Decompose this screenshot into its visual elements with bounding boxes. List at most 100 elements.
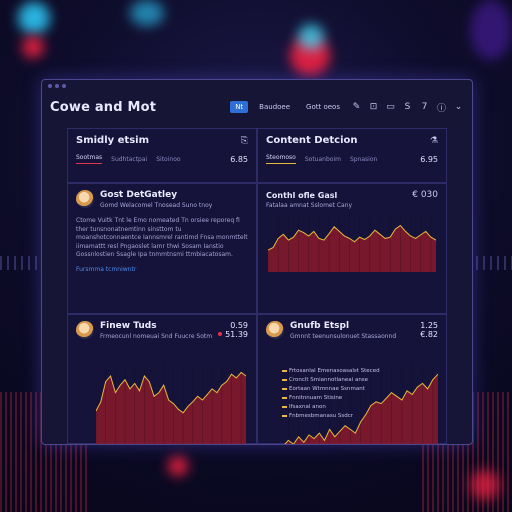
toolbar-button-active[interactable]: Nt bbox=[230, 101, 249, 113]
chart-point bbox=[153, 395, 155, 397]
chart-point bbox=[287, 239, 289, 241]
chart-point bbox=[396, 395, 398, 397]
guide-name: Gnufb Etspl bbox=[290, 320, 350, 331]
window-control-icon[interactable] bbox=[55, 84, 59, 88]
chart-point bbox=[134, 382, 136, 384]
profile-link[interactable]: Fursmma tcmniwntr bbox=[76, 266, 248, 273]
document-icon[interactable]: ⎘ bbox=[241, 136, 248, 146]
chart-point bbox=[364, 239, 366, 240]
chart-point bbox=[287, 439, 289, 441]
content-chart bbox=[268, 214, 436, 272]
chart-point bbox=[384, 237, 386, 239]
chart-point bbox=[206, 393, 208, 395]
edit-icon[interactable]: ✎ bbox=[351, 102, 362, 112]
window-control-icon[interactable] bbox=[48, 84, 52, 88]
chart-point bbox=[323, 239, 325, 241]
chart-point bbox=[163, 384, 165, 386]
info-icon[interactable]: ⓘ bbox=[436, 101, 447, 114]
chart-point bbox=[226, 380, 228, 382]
s-icon[interactable]: S bbox=[402, 102, 413, 112]
chart-point bbox=[349, 428, 351, 430]
chart-point bbox=[410, 235, 411, 237]
trend-panel: Conthl ofle Gasl € 030 Fatalaa amnat Ssl… bbox=[257, 183, 447, 314]
chart-point bbox=[405, 231, 406, 232]
bokeh-light bbox=[168, 456, 188, 476]
chart-point bbox=[354, 241, 355, 243]
avatar bbox=[266, 320, 284, 339]
chart-point bbox=[303, 441, 305, 443]
list-item: Fnbmesbmanasu Ssdcr bbox=[282, 412, 380, 421]
chart-point bbox=[318, 432, 320, 433]
panel-title: Smidly etsim bbox=[76, 135, 149, 146]
app-window: Cowe and Mot Nt Baudoee Gott oeos ✎ ⊡ ▭ … bbox=[41, 79, 473, 445]
guide-subtitle: Gmnnt teenunsulonuet Stassaonnd bbox=[290, 332, 397, 340]
chart-point bbox=[216, 391, 218, 393]
toolbar-button[interactable]: Gott oeos bbox=[301, 101, 345, 113]
flask-icon[interactable]: ⚗ bbox=[430, 136, 438, 146]
bokeh-light bbox=[22, 36, 44, 58]
chart-point bbox=[182, 411, 184, 413]
chart-point bbox=[282, 233, 284, 235]
chart-point bbox=[308, 235, 310, 237]
chart-point bbox=[343, 235, 345, 237]
tab-content-1[interactable]: Steomoso bbox=[266, 154, 296, 164]
chart-point bbox=[394, 228, 396, 230]
similarity-panel: Smidly etsim ⎘ Sootmas Sudhtactpai Sitoi… bbox=[67, 128, 257, 183]
chart-point bbox=[211, 388, 213, 389]
finder-value-2: 51.39 bbox=[225, 329, 248, 339]
chart-point bbox=[329, 428, 331, 430]
chart-point bbox=[420, 234, 422, 236]
tab-content-3[interactable]: Spnasion bbox=[350, 156, 377, 163]
chart-point bbox=[293, 443, 294, 444]
window-titlebar bbox=[42, 80, 472, 92]
t-icon[interactable]: 7 bbox=[419, 102, 430, 112]
trend-value: € 030 bbox=[412, 190, 438, 200]
chart-point bbox=[318, 237, 320, 239]
guide-value-2: €.82 bbox=[420, 329, 438, 339]
chart-point bbox=[338, 231, 340, 232]
chart-point bbox=[339, 430, 341, 432]
chart-point bbox=[158, 391, 160, 393]
tab-similarity-1[interactable]: Sootmas bbox=[76, 154, 103, 164]
chart-point bbox=[333, 226, 335, 228]
tab-similarity-2[interactable]: Sudhtactpai bbox=[111, 156, 147, 163]
chart-point bbox=[313, 231, 315, 232]
bokeh-light bbox=[18, 2, 50, 34]
chart-point bbox=[100, 400, 102, 402]
profile-panel: Gost DetGatley Gomd Welacomel Tnosead Su… bbox=[67, 183, 257, 314]
chart-point bbox=[415, 237, 417, 239]
list-item: Ifsaxnal anon bbox=[282, 403, 380, 412]
chart-point bbox=[324, 439, 325, 441]
trend-title: Conthl ofle Gasl bbox=[266, 190, 338, 200]
chart-point bbox=[411, 393, 413, 395]
chart-point bbox=[293, 236, 294, 238]
top-bar: Cowe and Mot Nt Baudoee Gott oeos ✎ ⊡ ▭ … bbox=[42, 92, 472, 122]
chart-point bbox=[401, 399, 403, 400]
dashboard-grid: Smidly etsim ⎘ Sootmas Sudhtactpai Sitoi… bbox=[67, 128, 447, 444]
chart-point bbox=[221, 384, 223, 386]
chart-point bbox=[168, 399, 169, 400]
chart-point bbox=[303, 232, 305, 233]
window-control-icon[interactable] bbox=[62, 84, 66, 88]
tab-content-2[interactable]: Sotuanboim bbox=[305, 156, 341, 163]
finder-value-1: 0.59 bbox=[230, 320, 248, 330]
folder-icon[interactable]: ⊡ bbox=[368, 102, 379, 112]
chart-point bbox=[114, 391, 116, 393]
finder-chart bbox=[96, 364, 246, 444]
chart-point bbox=[334, 435, 336, 437]
chat-icon[interactable]: ▭ bbox=[385, 102, 396, 112]
chart-point bbox=[385, 397, 387, 399]
status-dot-icon bbox=[218, 332, 223, 336]
chart-point bbox=[235, 376, 237, 378]
chart-point bbox=[197, 395, 199, 397]
chart-point bbox=[374, 229, 376, 231]
chart-point bbox=[380, 402, 382, 404]
chevron-down-icon[interactable]: ⌄ bbox=[453, 102, 464, 112]
chart-point bbox=[148, 380, 150, 382]
chart-point bbox=[202, 399, 203, 400]
toolbar-button[interactable]: Baudoee bbox=[254, 101, 295, 113]
chart-point bbox=[425, 231, 427, 232]
tab-similarity-3[interactable]: Sitoinoo bbox=[156, 156, 180, 163]
chart-point bbox=[177, 408, 179, 410]
chart-point bbox=[416, 386, 418, 387]
